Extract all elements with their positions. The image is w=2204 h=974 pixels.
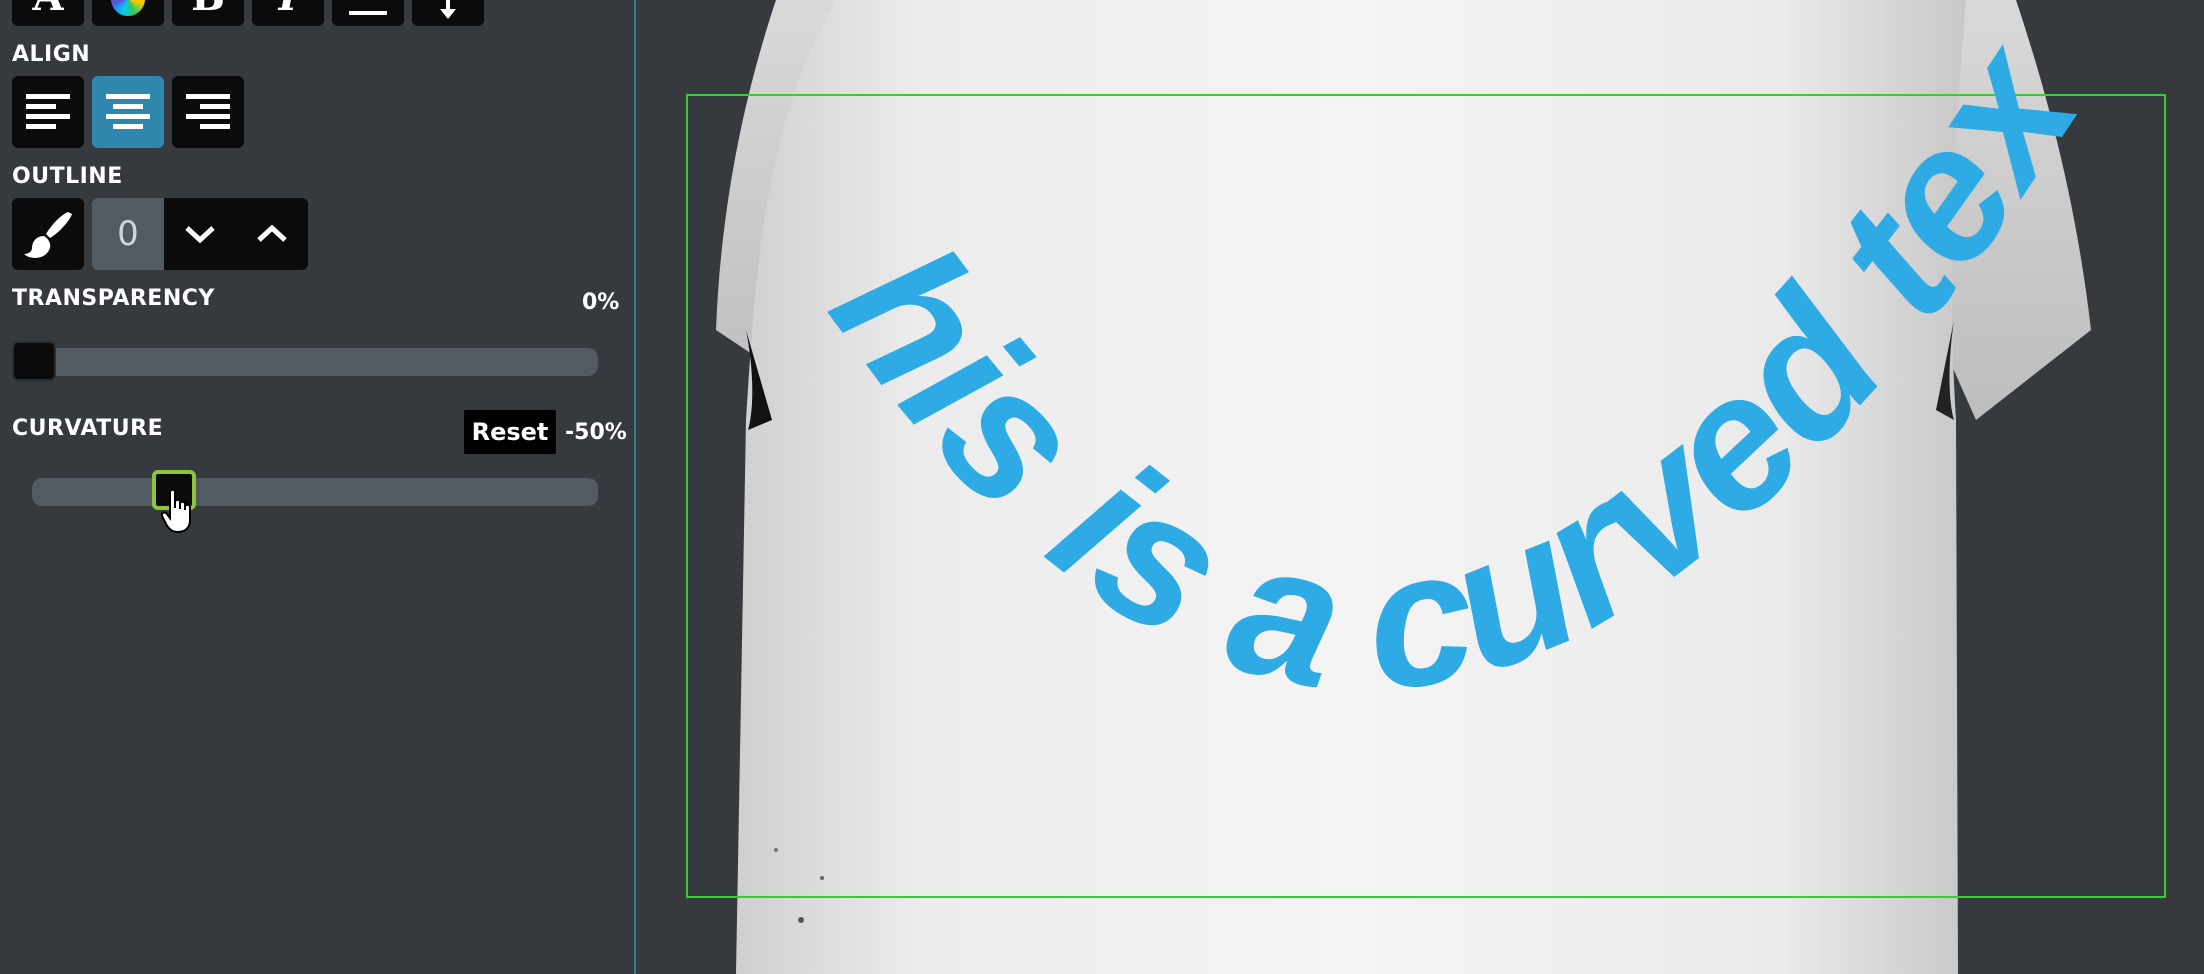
- curved-text-path: This is a curved text: [0, 0, 2121, 732]
- curved-text-layer[interactable]: This is a curved text: [0, 0, 2204, 974]
- curved-text[interactable]: This is a curved text: [0, 0, 2121, 732]
